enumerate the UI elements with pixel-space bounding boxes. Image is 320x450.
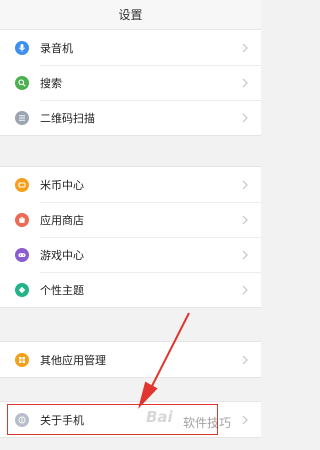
store-icon: [15, 212, 29, 227]
settings-group-tools: 录音机 搜索 二维码扫描: [0, 29, 261, 136]
settings-group-apps: 其他应用管理: [0, 341, 261, 378]
header-bar: 设置: [0, 0, 261, 30]
settings-group-services: 米币中心 应用商店 游戏中心 个性主题: [0, 166, 261, 308]
chevron-right-icon: [242, 215, 248, 225]
qr-scan-icon: [15, 110, 29, 125]
settings-item-label: 其他应用管理: [40, 353, 106, 367]
settings-item-mi-coin[interactable]: 米币中心: [0, 167, 261, 202]
chevron-right-icon: [242, 250, 248, 260]
settings-item-themes[interactable]: 个性主题: [0, 272, 261, 307]
settings-item-label: 搜索: [40, 76, 62, 90]
settings-item-label: 二维码扫描: [40, 111, 95, 125]
settings-item-game-center[interactable]: 游戏中心: [0, 237, 261, 272]
gamepad-icon: [15, 247, 29, 262]
apps-icon: [15, 352, 29, 367]
watermark-text: 软件技巧: [183, 416, 232, 430]
coin-icon: [15, 177, 29, 192]
settings-item-label: 米币中心: [40, 178, 84, 192]
chevron-right-icon: [242, 43, 248, 53]
page-title: 设置: [118, 8, 143, 22]
chevron-right-icon: [242, 285, 248, 295]
settings-item-label: 录音机: [40, 41, 73, 55]
settings-item-label: 游戏中心: [40, 248, 84, 262]
settings-item-search[interactable]: 搜索: [0, 65, 261, 100]
chevron-right-icon: [242, 355, 248, 365]
theme-icon: [15, 282, 29, 297]
watermark-logo: Bai: [146, 408, 173, 426]
microphone-icon: [15, 40, 29, 55]
settings-item-qr-scan[interactable]: 二维码扫描: [0, 100, 261, 135]
settings-item-label: 个性主题: [40, 283, 84, 297]
settings-item-other-apps[interactable]: 其他应用管理: [0, 342, 261, 377]
chevron-right-icon: [242, 180, 248, 190]
settings-item-app-store[interactable]: 应用商店: [0, 202, 261, 237]
settings-item-label: 应用商店: [40, 213, 84, 227]
chevron-right-icon: [242, 113, 248, 123]
search-icon: [15, 75, 29, 90]
chevron-right-icon: [242, 78, 248, 88]
watermark: Bai 软件技巧: [146, 408, 261, 438]
settings-item-recorder[interactable]: 录音机: [0, 30, 261, 65]
